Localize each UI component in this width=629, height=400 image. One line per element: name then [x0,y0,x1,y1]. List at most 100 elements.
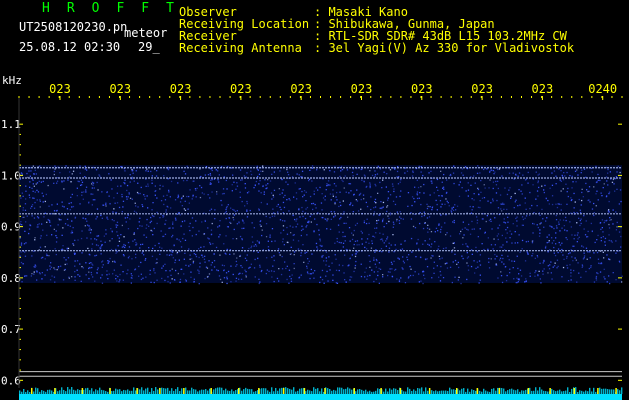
noise-speck [416,179,418,181]
noise-speck [71,276,73,278]
noise-speck [36,270,38,272]
noise-speck [546,217,548,219]
noise-speck [609,282,611,285]
strip-bar [617,389,619,394]
noise-speck [316,248,319,250]
noise-speck [153,281,155,284]
noise-speck [579,219,581,222]
noise-speck [192,260,195,262]
strip-bar [95,389,97,394]
noise-speck [533,212,535,214]
noise-speck [435,227,438,229]
noise-speck [310,268,312,271]
noise-speck [204,219,206,222]
noise-speck [491,169,493,171]
noise-speck [506,208,508,211]
noise-speck [183,273,185,275]
noise-speck [600,237,602,239]
noise-speck [195,196,197,198]
strip-bar [445,390,447,394]
noise-speck [48,255,50,257]
noise-speck [274,240,276,242]
noise-speck [129,218,131,220]
noise-speck [36,182,39,184]
strip-bar [397,390,399,394]
noise-speck [262,165,264,167]
noise-speck [352,211,354,213]
noise-speck [600,262,603,265]
noise-speck [376,220,378,222]
noise-speck [120,264,122,266]
noise-speck [168,254,171,256]
noise-speck [95,254,98,256]
noise-speck [547,199,549,202]
noise-speck [599,262,601,265]
strip-bar [297,390,299,394]
noise-speck [551,242,553,244]
strip-marker [237,388,240,394]
noise-speck [325,218,327,220]
strip-bar [409,388,411,394]
noise-speck [211,179,213,181]
noise-speck [135,256,137,259]
noise-speck [179,201,182,203]
noise-speck [140,186,142,189]
noise-speck [258,241,260,243]
noise-speck [543,189,545,191]
noise-speck [380,201,382,203]
strip-bar [289,388,291,394]
noise-speck [20,251,22,253]
noise-speck [593,252,595,254]
noise-speck [565,237,567,239]
noise-speck [535,270,537,272]
noise-speck [426,258,428,260]
noise-speck [105,229,107,231]
noise-speck [259,266,261,268]
strip-bar [515,390,517,394]
noise-speck [254,184,256,187]
noise-speck [293,267,295,270]
noise-speck [348,192,350,194]
noise-speck [364,246,366,249]
noise-speck [25,185,27,187]
strip-marker [380,388,382,394]
noise-speck [121,246,123,248]
noise-speck [258,282,260,285]
noise-speck [364,276,366,278]
noise-speck [252,241,254,243]
noise-speck [230,207,232,209]
noise-speck [72,243,74,245]
noise-speck [111,219,113,221]
noise-speck [554,254,557,257]
noise-speck [36,189,38,191]
noise-speck [188,202,190,204]
noise-speck [53,170,55,173]
strip-bar [603,388,605,394]
noise-speck [591,230,593,233]
noise-speck [36,279,38,281]
noise-speck [262,170,264,172]
noise-speck [260,201,262,204]
noise-speck [377,165,379,167]
noise-speck [566,203,568,205]
noise-speck [82,267,84,269]
noise-speck [282,189,284,191]
noise-speck [256,240,258,242]
noise-speck [356,251,359,253]
noise-speck [282,212,284,214]
noise-speck [289,199,291,201]
noise-speck [181,220,184,223]
noise-speck [128,255,130,258]
noise-speck [489,170,491,172]
noise-speck [488,261,490,263]
noise-speck [182,237,184,240]
strip-bar [197,391,199,394]
noise-speck [282,241,284,243]
strip-bar [521,390,523,394]
strip-bar [541,389,543,394]
noise-speck [342,231,344,233]
noise-speck [441,195,443,197]
strip-bar [255,391,257,394]
noise-speck [386,206,388,208]
noise-speck [55,230,57,232]
